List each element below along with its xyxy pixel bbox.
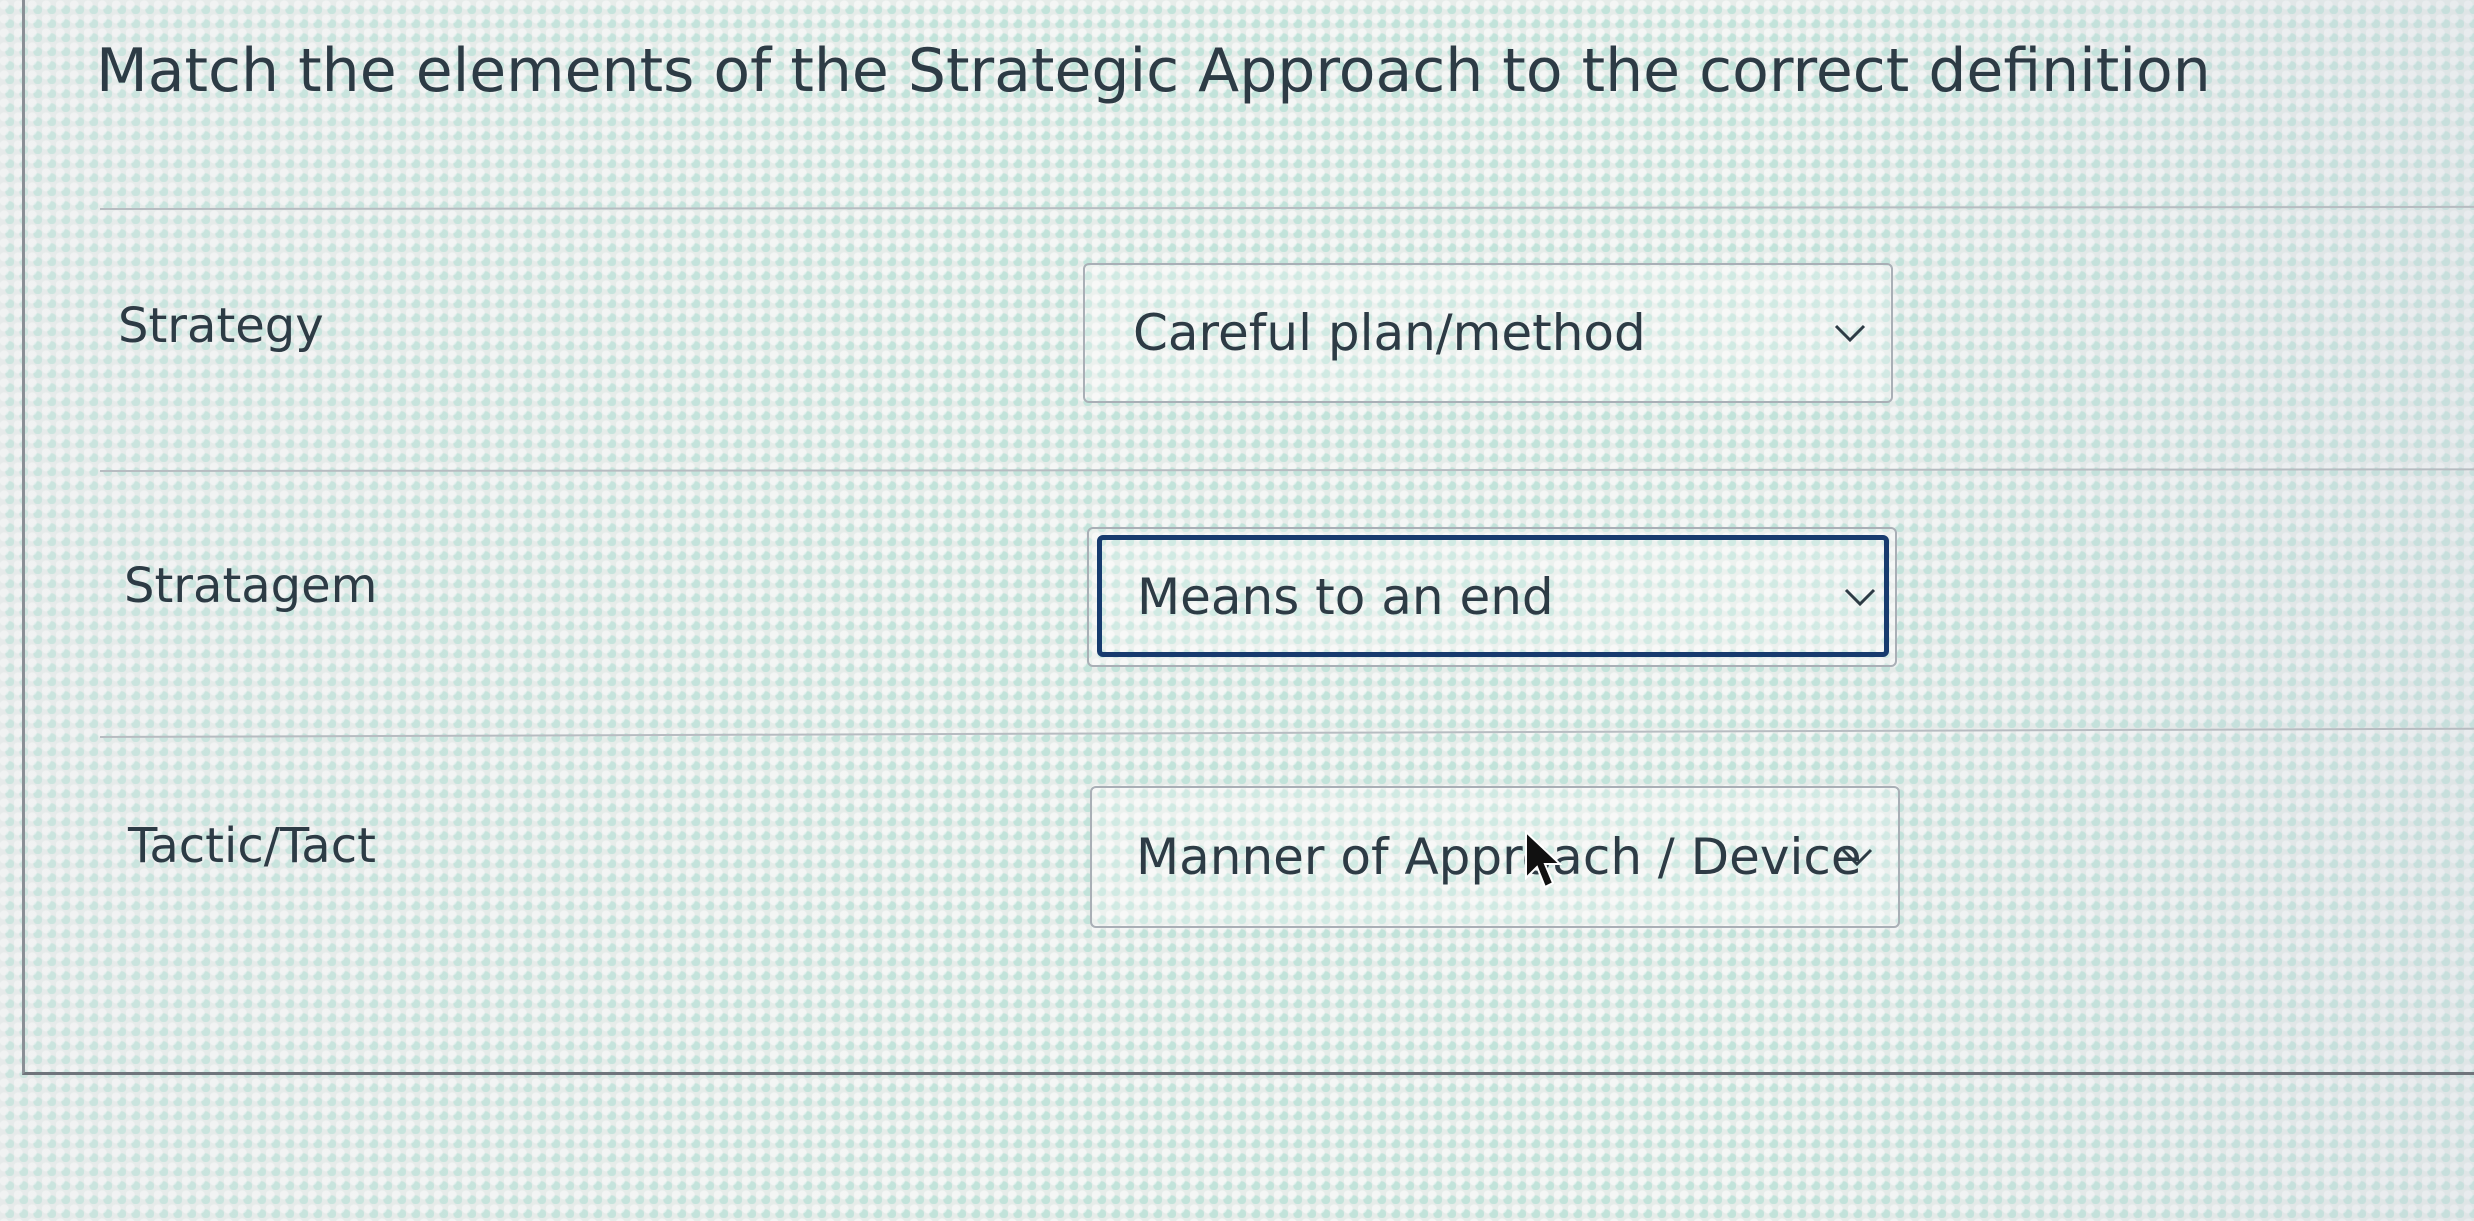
match-select-stratagem[interactable]: Means to an end xyxy=(1087,527,1897,667)
match-term-tactic: Tactic/Tact xyxy=(128,818,376,874)
match-select-strategy[interactable]: Careful plan/method xyxy=(1083,263,1893,403)
question-title: Match the elements of the Strategic Appr… xyxy=(96,36,2211,106)
select-value: Careful plan/method xyxy=(1133,304,1646,362)
match-term-strategy: Strategy xyxy=(118,298,324,354)
match-select-tactic[interactable]: Manner of Approach / Device xyxy=(1090,786,1900,928)
select-value: Manner of Approach / Device xyxy=(1136,828,1862,886)
chevron-down-icon xyxy=(1843,586,1877,608)
select-value: Means to an end xyxy=(1137,568,1554,626)
chevron-down-icon xyxy=(1833,322,1867,344)
chevron-down-icon xyxy=(1840,846,1874,868)
match-term-stratagem: Stratagem xyxy=(124,558,378,614)
